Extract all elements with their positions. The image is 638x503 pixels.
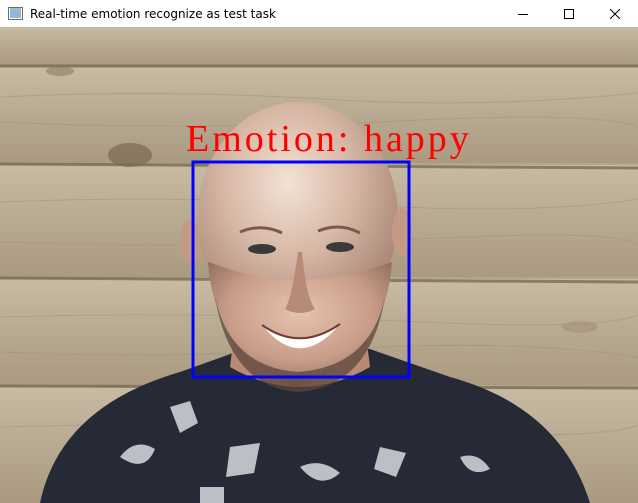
emotion-label: Emotion: happy xyxy=(186,118,472,160)
close-icon xyxy=(610,8,620,19)
minimize-button[interactable] xyxy=(500,0,546,27)
window-controls xyxy=(500,0,638,27)
window-app-icon[interactable] xyxy=(8,7,23,20)
window-titlebar[interactable]: Real-time emotion recognize as test task xyxy=(0,0,638,27)
window-title: Real-time emotion recognize as test task xyxy=(30,6,276,21)
minimize-icon xyxy=(518,13,528,15)
camera-image: Emotion: happy xyxy=(0,27,638,503)
close-button[interactable] xyxy=(592,0,638,27)
maximize-icon xyxy=(564,8,574,19)
camera-frame: Emotion: happy xyxy=(0,27,638,503)
maximize-button[interactable] xyxy=(546,0,592,27)
